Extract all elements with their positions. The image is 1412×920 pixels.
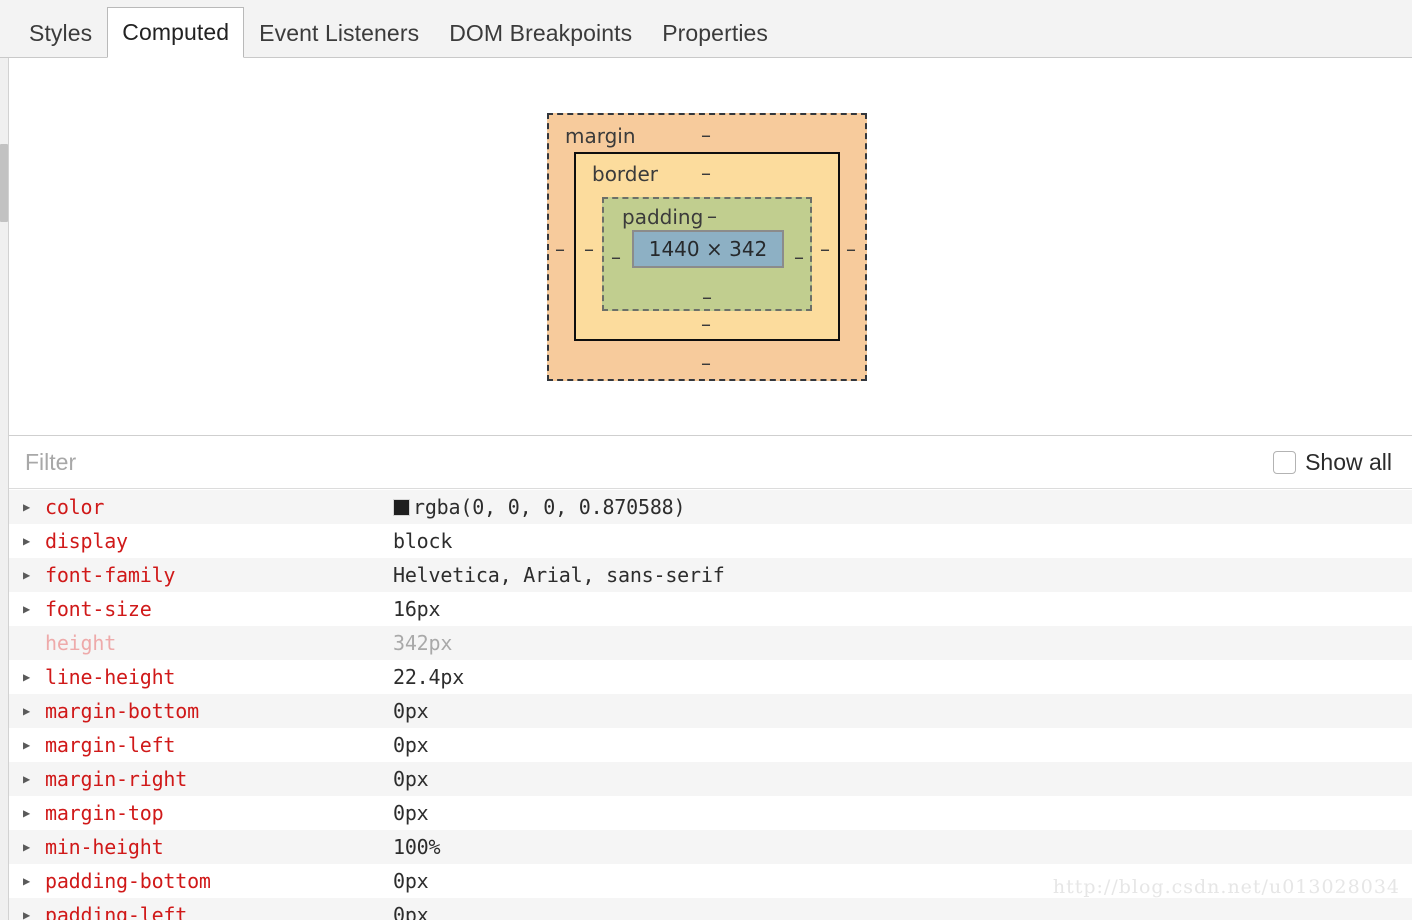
panel-tabbar: Styles Computed Event Listeners DOM Breakpo… <box>0 0 1412 58</box>
property-value: Helvetica, Arial, sans-serif <box>393 563 725 587</box>
property-row[interactable]: ▶height342px <box>9 626 1412 660</box>
property-row[interactable]: ▶ display block <box>9 524 1412 558</box>
property-value: 0px <box>393 767 429 791</box>
box-model-border-bottom-value[interactable]: – <box>701 314 711 334</box>
property-name: font-family <box>45 563 176 587</box>
property-name: margin-top <box>45 801 164 825</box>
box-model-margin-right-value[interactable]: – <box>846 239 856 259</box>
tab-computed[interactable]: Computed <box>107 7 245 58</box>
filter-input[interactable] <box>25 442 725 483</box>
property-value: 0px <box>393 699 429 723</box>
left-scrollbar-thumb[interactable] <box>0 144 8 222</box>
box-model-padding-top-value[interactable]: – <box>707 206 717 226</box>
property-value: 22.4px <box>393 665 465 689</box>
expand-triangle-icon[interactable]: ▶ <box>23 671 45 683</box>
property-value-text: rgba(0, 0, 0, 0.870588) <box>413 495 686 519</box>
box-model-border-label: border <box>592 162 659 186</box>
property-name: min-height <box>45 835 164 859</box>
property-name: margin-right <box>45 767 188 791</box>
tab-styles[interactable]: Styles <box>14 7 107 58</box>
property-row[interactable]: ▶ margin-bottom 0px <box>9 694 1412 728</box>
property-row[interactable]: ▶ margin-right 0px <box>9 762 1412 796</box>
box-model-padding-right-value[interactable]: – <box>794 247 804 267</box>
box-model-margin-left-value[interactable]: – <box>555 239 565 259</box>
box-model-padding-bottom-value[interactable]: – <box>702 287 712 307</box>
box-model-content-box[interactable]: 1440 × 342 <box>632 230 784 268</box>
show-all-label: Show all <box>1305 449 1392 475</box>
property-row[interactable]: ▶ color rgba(0, 0, 0, 0.870588) <box>9 490 1412 524</box>
show-all-control[interactable]: Show all <box>1273 449 1392 476</box>
property-value: 0px <box>393 903 429 920</box>
box-model-content-dimensions: 1440 × 342 <box>648 237 768 261</box>
expand-triangle-icon[interactable]: ▶ <box>23 841 45 853</box>
property-row[interactable]: ▶ padding-left 0px <box>9 898 1412 920</box>
property-value: 16px <box>393 597 441 621</box>
property-row[interactable]: ▶ margin-left 0px <box>9 728 1412 762</box>
property-row[interactable]: ▶ font-size 16px <box>9 592 1412 626</box>
expand-triangle-icon[interactable]: ▶ <box>23 603 45 615</box>
expand-triangle-icon[interactable]: ▶ <box>23 705 45 717</box>
property-name: color <box>45 495 105 519</box>
box-model-panel: margin – – – – border – – – – padding – … <box>9 59 1412 436</box>
property-value: 0px <box>393 801 429 825</box>
expand-triangle-icon[interactable]: ▶ <box>23 739 45 751</box>
expand-triangle-icon[interactable]: ▶ <box>23 909 45 920</box>
property-name: line-height <box>45 665 176 689</box>
tab-dom-breakpoints[interactable]: DOM Breakpoints <box>434 7 647 58</box>
property-value: 100% <box>393 835 441 859</box>
tab-event-listeners[interactable]: Event Listeners <box>244 7 434 58</box>
box-model-border-left-value[interactable]: – <box>584 239 594 259</box>
property-row[interactable]: ▶ min-height 100% <box>9 830 1412 864</box>
property-row[interactable]: ▶ margin-top 0px <box>9 796 1412 830</box>
tab-properties[interactable]: Properties <box>647 7 783 58</box>
box-model-margin-label: margin <box>565 124 636 148</box>
box-model-margin-top-value[interactable]: – <box>701 125 711 145</box>
property-name: height <box>45 631 117 655</box>
box-model-padding-label: padding <box>622 205 704 229</box>
property-row[interactable]: ▶ padding-bottom 0px <box>9 864 1412 898</box>
property-value: 0px <box>393 733 429 757</box>
property-row[interactable]: ▶ font-family Helvetica, Arial, sans-serif <box>9 558 1412 592</box>
property-name: margin-left <box>45 733 176 757</box>
property-value: 0px <box>393 869 429 893</box>
property-name: padding-left <box>45 903 188 920</box>
box-model-border-top-value[interactable]: – <box>701 163 711 183</box>
box-model-diagram: margin – – – – border – – – – padding – … <box>547 113 867 383</box>
expand-triangle-icon[interactable]: ▶ <box>23 535 45 547</box>
box-model-padding-left-value[interactable]: – <box>611 247 621 267</box>
expand-triangle-icon[interactable]: ▶ <box>23 501 45 513</box>
show-all-checkbox[interactable] <box>1273 451 1297 474</box>
property-row[interactable]: ▶ line-height 22.4px <box>9 660 1412 694</box>
devtools-computed-panel: Styles Computed Event Listeners DOM Breakpo… <box>0 0 1412 920</box>
color-swatch-icon[interactable] <box>393 498 410 516</box>
property-value: block <box>393 529 453 553</box>
property-name: font-size <box>45 597 152 621</box>
property-value: rgba(0, 0, 0, 0.870588) <box>393 495 686 519</box>
expand-triangle-icon[interactable]: ▶ <box>23 773 45 785</box>
left-scrollbar[interactable] <box>0 58 9 920</box>
property-value: 342px <box>393 631 453 655</box>
expand-triangle-icon[interactable]: ▶ <box>23 875 45 887</box>
computed-properties-list[interactable]: ▶ color rgba(0, 0, 0, 0.870588) ▶ display blo… <box>9 490 1412 920</box>
expand-triangle-icon[interactable]: ▶ <box>23 569 45 581</box>
property-name: display <box>45 529 128 553</box>
box-model-border-right-value[interactable]: – <box>820 239 830 259</box>
filter-bar: Show all <box>9 437 1412 489</box>
property-name: padding-bottom <box>45 869 211 893</box>
property-name: margin-bottom <box>45 699 199 723</box>
box-model-margin-bottom-value[interactable]: – <box>701 353 711 373</box>
expand-triangle-icon[interactable]: ▶ <box>23 807 45 819</box>
